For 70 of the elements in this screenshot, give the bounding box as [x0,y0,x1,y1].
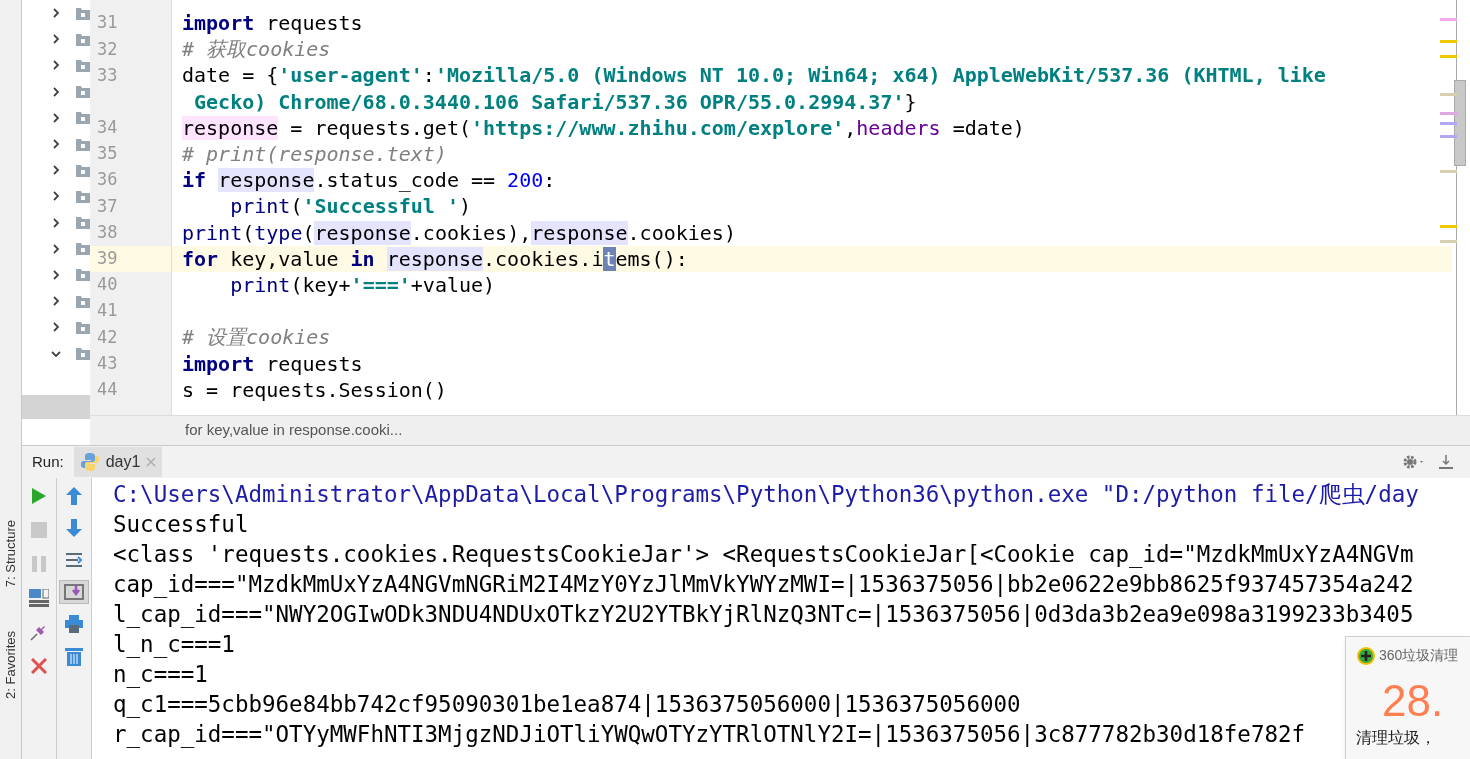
code-line: import requests [182,351,363,376]
code-line: print('Successful ') [229,194,471,219]
chevron-right-icon[interactable] [50,85,62,98]
chevron-right-icon[interactable] [50,295,62,308]
code-line: Gecko) Chrome/68.0.3440.106 Safari/537.36 OPR/55.0.2994.37'} [193,89,917,114]
line-number: 44 [97,377,118,401]
code-line: # 设置cookies [182,325,331,350]
scrollbar-thumb[interactable] [22,394,90,419]
line-number: 41 [97,299,118,323]
line-number: 31 [97,11,118,35]
chevron-right-icon[interactable] [50,7,62,20]
line-number: 42 [97,325,118,349]
popup-title: 360垃圾清理 [1379,646,1459,665]
code-line: response = requests.get('https://www.zhihu.com/explore',headers =date) [182,115,1025,140]
download-icon[interactable] [1438,454,1454,470]
code-line: for key,value in response.cookies.items(): [182,246,688,271]
chevron-right-icon[interactable] [50,164,62,177]
breadcrumb[interactable]: for key,value in response.cooki... [185,419,403,442]
console-output: n_c===1 [113,660,208,688]
close-icon[interactable] [31,658,47,674]
code-line: if response.status_code == 200: [182,168,556,193]
chevron-right-icon[interactable] [50,59,62,72]
code-line: import requests [182,11,363,36]
line-number: 36 [97,168,118,192]
popup-value: 28. [1382,676,1445,726]
scrollbar-thumb[interactable] [1454,80,1466,166]
line-number: 34 [97,116,118,140]
line-number: 33 [97,63,118,87]
console-output: q_c1===5cbb96e84bb742cf95090301be1ea874|1536375056000|1536375056000 [113,690,1021,718]
code-line: s = requests.Session() [182,377,447,402]
plus-icon [1356,645,1376,666]
python-icon [79,452,100,472]
run-tab[interactable]: day1 [73,447,163,477]
chevron-right-icon[interactable] [50,321,62,334]
layout-icon[interactable] [29,589,49,607]
tool-window-tab[interactable]: 7: Structure [0,520,21,588]
chevron-right-icon[interactable] [50,190,62,203]
console-output: Successful [113,510,249,538]
line-number: 43 [97,351,118,375]
console-command: C:\Users\Administrator\AppData\Local\Programs\Python\Python36\python.exe "D:/python file/爬虫/day [113,480,1419,508]
line-number: 32 [97,37,118,61]
tool-window-tab[interactable]: 2: Favorites [0,631,21,700]
chevron-right-icon[interactable] [50,138,62,151]
scroll-to-end-icon[interactable] [59,580,89,604]
code-line: print(type(response.cookies),response.cookies) [182,220,736,245]
console-output: l_cap_id==="NWY2OGIwODk3NDU4NDUxOTkzY2U2YTBkYjRlNzQ3NTc=|1536375056|0d3da3b2ea9e098a3199233b3405 [113,600,1414,628]
run-icon[interactable] [31,487,47,505]
code-line: date = {'user-agent':'Mozilla/5.0 (Windows NT 10.0; Win64; x64) AppleWebKit/537.36 (KHTML, like [182,63,1326,88]
settings-icon[interactable] [1402,454,1426,470]
run-label: Run: [32,451,64,472]
console-output: <class 'requests.cookies.RequestsCookieJar'> <RequestsCookieJar[<Cookie cap_id="MzdkMmUxYzA4NGVm [113,540,1414,568]
chevron-right-icon[interactable] [50,111,62,124]
close-icon[interactable] [146,457,157,467]
line-number: 35 [97,142,118,166]
chevron-right-icon[interactable] [50,33,62,46]
chevron-right-icon[interactable] [50,216,62,229]
code-line: print(key+'==='+value) [229,272,496,297]
popup-caption: 清理垃圾， [1356,728,1437,748]
console-output: l_n_c===1 [113,630,235,658]
chevron-right-icon[interactable] [50,242,62,255]
pin-icon[interactable] [30,623,48,641]
line-number: 39 [97,247,118,271]
code-line: # print(response.text) [182,142,447,167]
line-number: 38 [97,220,118,244]
line-number: 37 [97,194,118,218]
console-output: cap_id==="MzdkMmUxYzA4NGVmNGRiM2I4MzY0YzJlMmVkYWYzMWI=|1536375056|bb2e0622e9bb8625f937457354a242 [113,570,1414,598]
code-line: # 获取cookies [182,37,331,62]
console-output: r_cap_id==="OTYyMWFhNTI3MjgzNDJiOTliYWQwOTYzYTRlOTNlY2I=|1536375056|3c877782b30d18fe782f [113,720,1306,748]
line-number: 40 [97,273,118,297]
chevron-right-icon[interactable] [50,268,62,281]
